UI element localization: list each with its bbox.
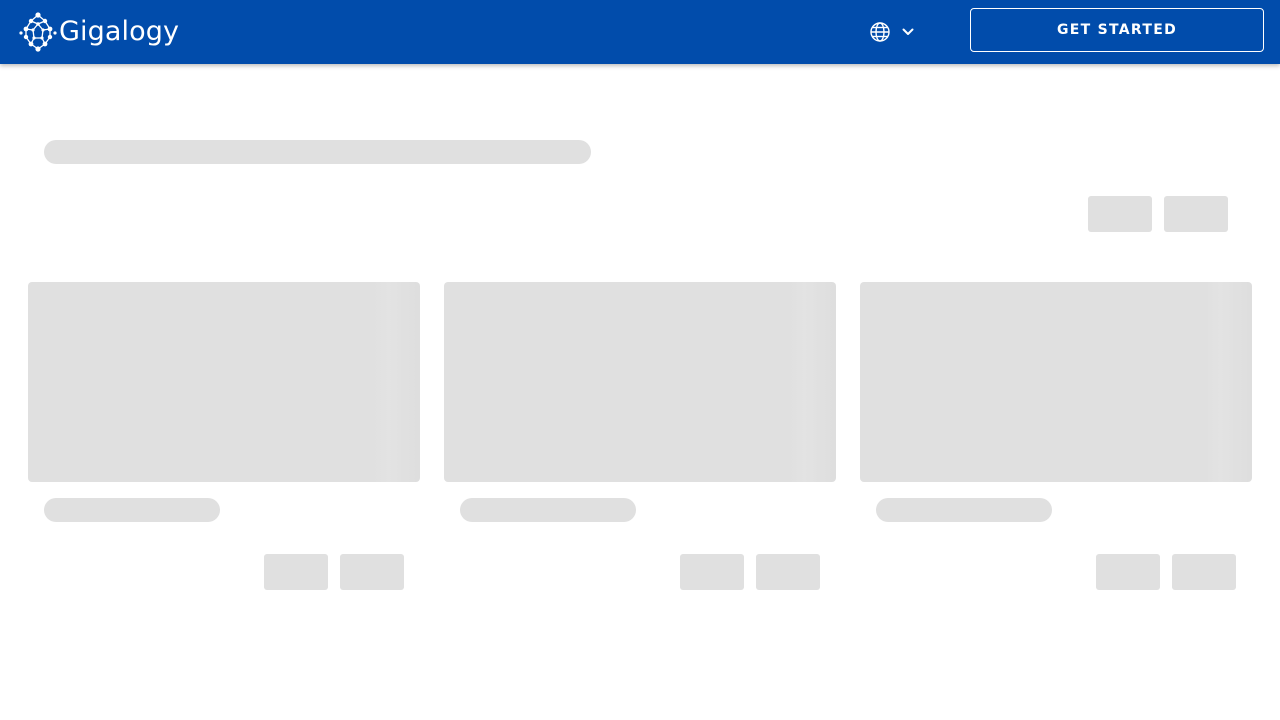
get-started-button[interactable]: Get Started [970,8,1264,52]
card-action-skeleton [680,554,744,590]
card-action-skeleton [1172,554,1236,590]
page-action-skeleton-1 [1088,196,1152,232]
card-image-skeleton [28,282,420,482]
card-action-skeleton [1096,554,1160,590]
card-action-skeleton [340,554,404,590]
card-title-skeleton [876,498,1052,522]
globe-icon [870,22,890,42]
brand-name: Gigalogy [59,16,180,47]
brand-logo[interactable]: Gigalogy [17,10,179,54]
card-image-skeleton [860,282,1252,482]
page-title-skeleton [44,140,591,164]
page-action-skeleton-2 [1164,196,1228,232]
network-dots-logo-icon [19,12,57,52]
card-action-skeleton [264,554,328,590]
card-action-skeleton [756,554,820,590]
top-nav-bar: Gigalogy Get Started [0,0,1280,64]
card-title-skeleton [460,498,636,522]
card-title-skeleton [44,498,220,522]
chevron-down-icon [902,28,914,35]
language-selector[interactable] [868,20,916,44]
card-image-skeleton [444,282,836,482]
